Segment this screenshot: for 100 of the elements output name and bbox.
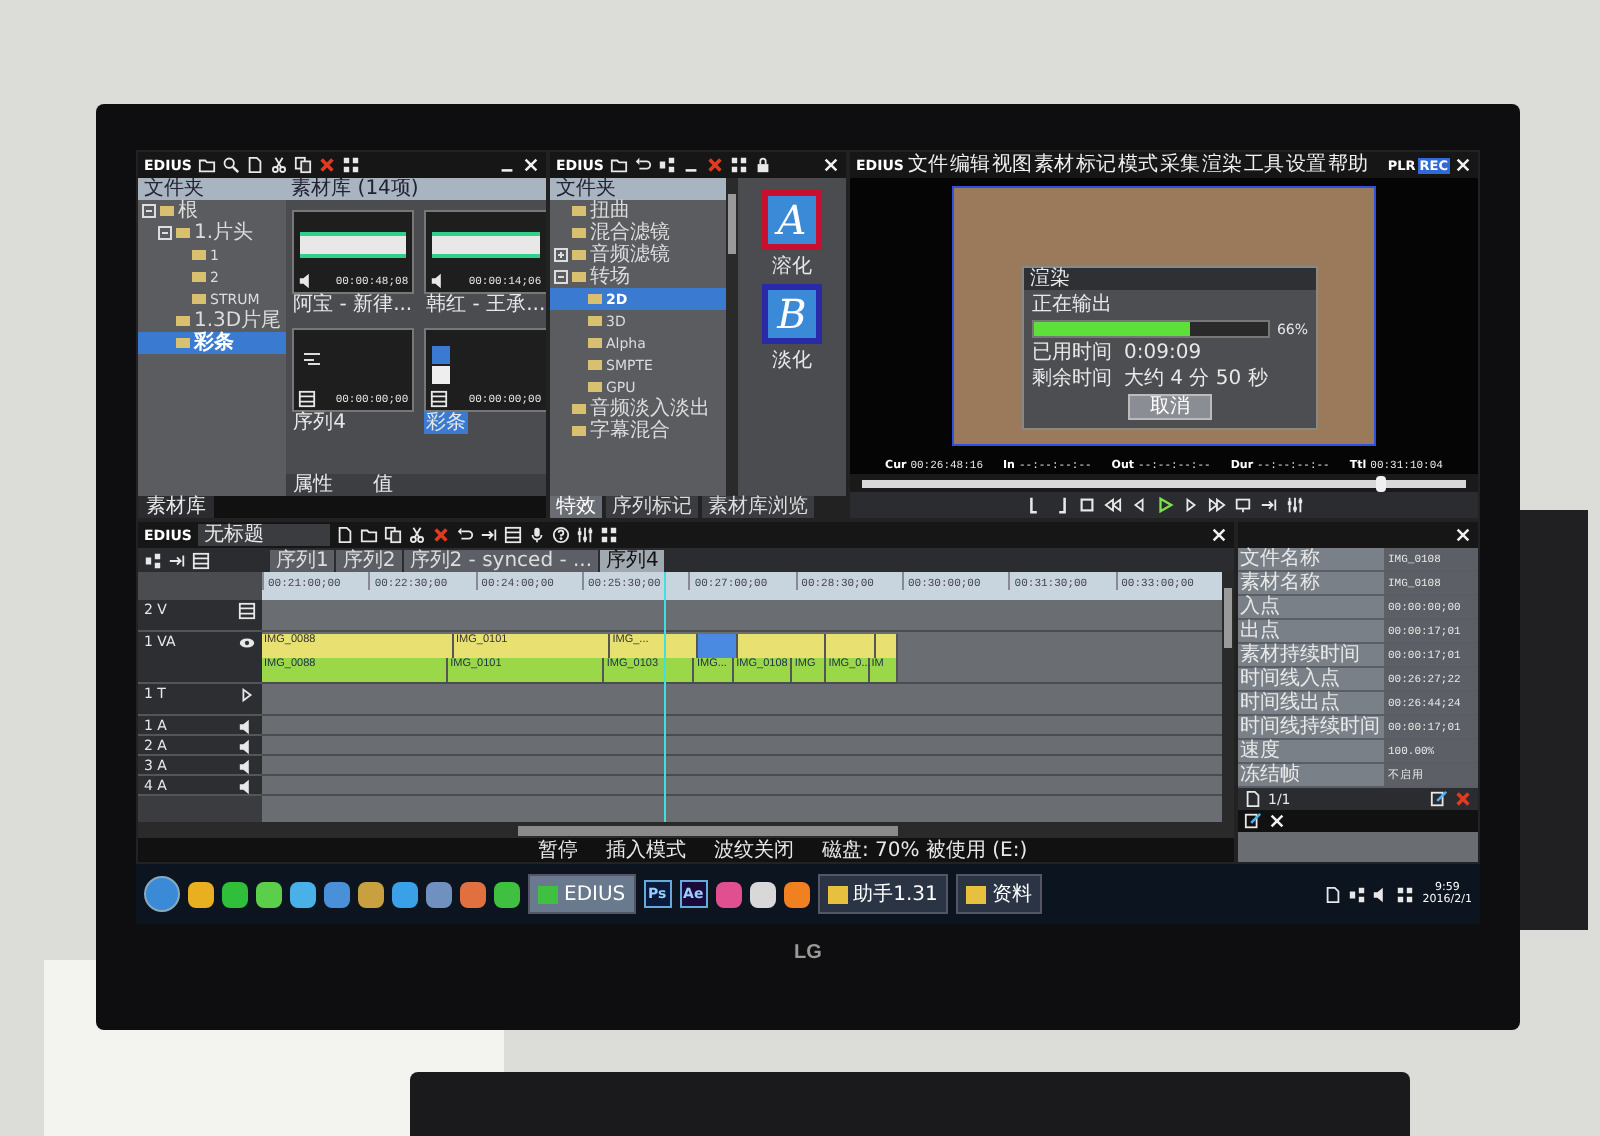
tree-item[interactable]: 彩条	[138, 332, 286, 354]
page-icon[interactable]	[1244, 790, 1262, 808]
film-icon[interactable]	[192, 551, 210, 569]
sequence-tab[interactable]: 序列1	[270, 550, 335, 572]
eye-icon[interactable]	[238, 634, 256, 652]
expander-icon[interactable]	[554, 270, 568, 284]
app-icon[interactable]	[256, 881, 282, 907]
page-icon[interactable]	[245, 156, 264, 174]
tree-item[interactable]: 音频淡入淡出	[550, 398, 726, 420]
app-icon[interactable]	[392, 881, 418, 907]
rewind-icon[interactable]	[1103, 496, 1121, 514]
edit-icon[interactable]	[1244, 812, 1262, 830]
grid-icon[interactable]	[599, 526, 618, 544]
scrollbar[interactable]	[726, 178, 738, 496]
sliders-icon[interactable]	[1285, 496, 1303, 514]
expander-icon[interactable]	[158, 226, 172, 240]
undo-icon[interactable]	[455, 526, 474, 544]
menu-item[interactable]: 帮助	[1327, 154, 1368, 176]
panel-tab[interactable]: 素材库浏览	[702, 496, 814, 518]
sequence-tab[interactable]: 序列2	[336, 550, 402, 572]
tree-item[interactable]: 扭曲	[550, 200, 726, 222]
taskbar-window-button[interactable]: 资料	[955, 874, 1042, 914]
close-icon[interactable]	[1210, 526, 1228, 544]
app-icon[interactable]	[460, 881, 486, 907]
film-icon[interactable]	[238, 602, 256, 620]
panel-tab[interactable]: 特效	[550, 496, 602, 518]
transition-preview[interactable]: B	[762, 284, 822, 344]
sequence-tab[interactable]: 序列2 - synced - ...	[403, 550, 599, 572]
menu-item[interactable]: 工具	[1243, 154, 1284, 176]
page-icon[interactable]	[1324, 885, 1343, 903]
tree-item[interactable]: 混合滤镜	[550, 222, 726, 244]
panel-tab[interactable]: 素材库	[138, 496, 214, 518]
loop-icon[interactable]	[1233, 496, 1251, 514]
video-clip[interactable]	[738, 634, 827, 658]
video-clip[interactable]	[698, 634, 739, 658]
menu-item[interactable]: 视图	[991, 154, 1032, 176]
video-clip[interactable]	[875, 634, 899, 658]
close-icon[interactable]	[1454, 526, 1472, 544]
close-icon[interactable]	[822, 156, 840, 174]
taskbar-window-button[interactable]: 助手1.31	[817, 874, 948, 914]
grid-icon[interactable]	[729, 156, 748, 174]
folder-icon[interactable]	[609, 156, 628, 174]
step-forward-icon[interactable]	[238, 686, 256, 704]
close-icon[interactable]	[1268, 812, 1286, 830]
sliders-icon[interactable]	[575, 526, 594, 544]
play-icon[interactable]	[1155, 496, 1173, 514]
insert-icon[interactable]	[168, 551, 186, 569]
scissors-icon[interactable]	[407, 526, 426, 544]
tree-item[interactable]: 1.3D片尾	[138, 310, 286, 332]
scrubber-track[interactable]	[862, 479, 1466, 487]
scrollbar[interactable]	[138, 822, 1234, 838]
help-icon[interactable]	[551, 526, 570, 544]
folder-icon[interactable]	[197, 156, 216, 174]
menu-item[interactable]: 渲染	[1201, 154, 1242, 176]
transition-preview[interactable]: A	[762, 190, 822, 250]
copy-icon[interactable]	[383, 526, 402, 544]
app-icon[interactable]	[426, 881, 452, 907]
undo-icon[interactable]	[633, 156, 652, 174]
tree-item[interactable]: 1.片头	[138, 222, 286, 244]
page-icon[interactable]	[335, 526, 354, 544]
grid-icon[interactable]	[341, 156, 360, 174]
network-icon[interactable]	[144, 551, 162, 569]
edit-icon[interactable]	[1430, 790, 1448, 808]
mark-in-icon[interactable]	[1025, 496, 1043, 514]
app-icon[interactable]	[290, 881, 316, 907]
menu-item[interactable]: 素材	[1033, 154, 1074, 176]
grid-icon[interactable]	[1396, 885, 1415, 903]
expander-icon[interactable]	[142, 204, 156, 218]
delete-icon[interactable]	[431, 526, 450, 544]
step-back-icon[interactable]	[1129, 496, 1147, 514]
scrollbar[interactable]	[1222, 572, 1234, 822]
menu-item[interactable]: 设置	[1285, 154, 1326, 176]
panel-tab[interactable]: 序列标记	[606, 496, 698, 518]
sequence-tab[interactable]: 序列4	[600, 550, 665, 572]
tree-item[interactable]: 音频滤镜	[550, 244, 726, 266]
delete-icon[interactable]	[1454, 790, 1472, 808]
scissors-icon[interactable]	[269, 156, 288, 174]
taskbar-window-button[interactable]: EDIUS	[528, 874, 636, 914]
app-icon[interactable]	[494, 881, 520, 907]
insert-icon[interactable]	[1259, 496, 1277, 514]
menu-item[interactable]: 文件	[907, 154, 948, 176]
fast-forward-icon[interactable]	[1207, 496, 1225, 514]
delete-icon[interactable]	[317, 156, 336, 174]
app-icon[interactable]	[749, 881, 776, 907]
close-icon[interactable]	[1454, 156, 1472, 174]
app-icon[interactable]	[222, 881, 248, 907]
microphone-icon[interactable]	[527, 526, 546, 544]
menu-item[interactable]: 模式	[1117, 154, 1158, 176]
video-clip[interactable]	[826, 634, 876, 658]
start-button[interactable]	[144, 876, 180, 912]
network-icon[interactable]	[1348, 885, 1367, 903]
expander-icon[interactable]	[554, 248, 568, 262]
delete-icon[interactable]	[705, 156, 724, 174]
film-icon[interactable]	[503, 526, 522, 544]
close-icon[interactable]	[522, 156, 540, 174]
copy-icon[interactable]	[293, 156, 312, 174]
tree-item[interactable]: 根	[138, 200, 286, 222]
network-icon[interactable]	[657, 156, 676, 174]
folder-icon[interactable]	[359, 526, 378, 544]
app-icon[interactable]	[188, 881, 214, 907]
